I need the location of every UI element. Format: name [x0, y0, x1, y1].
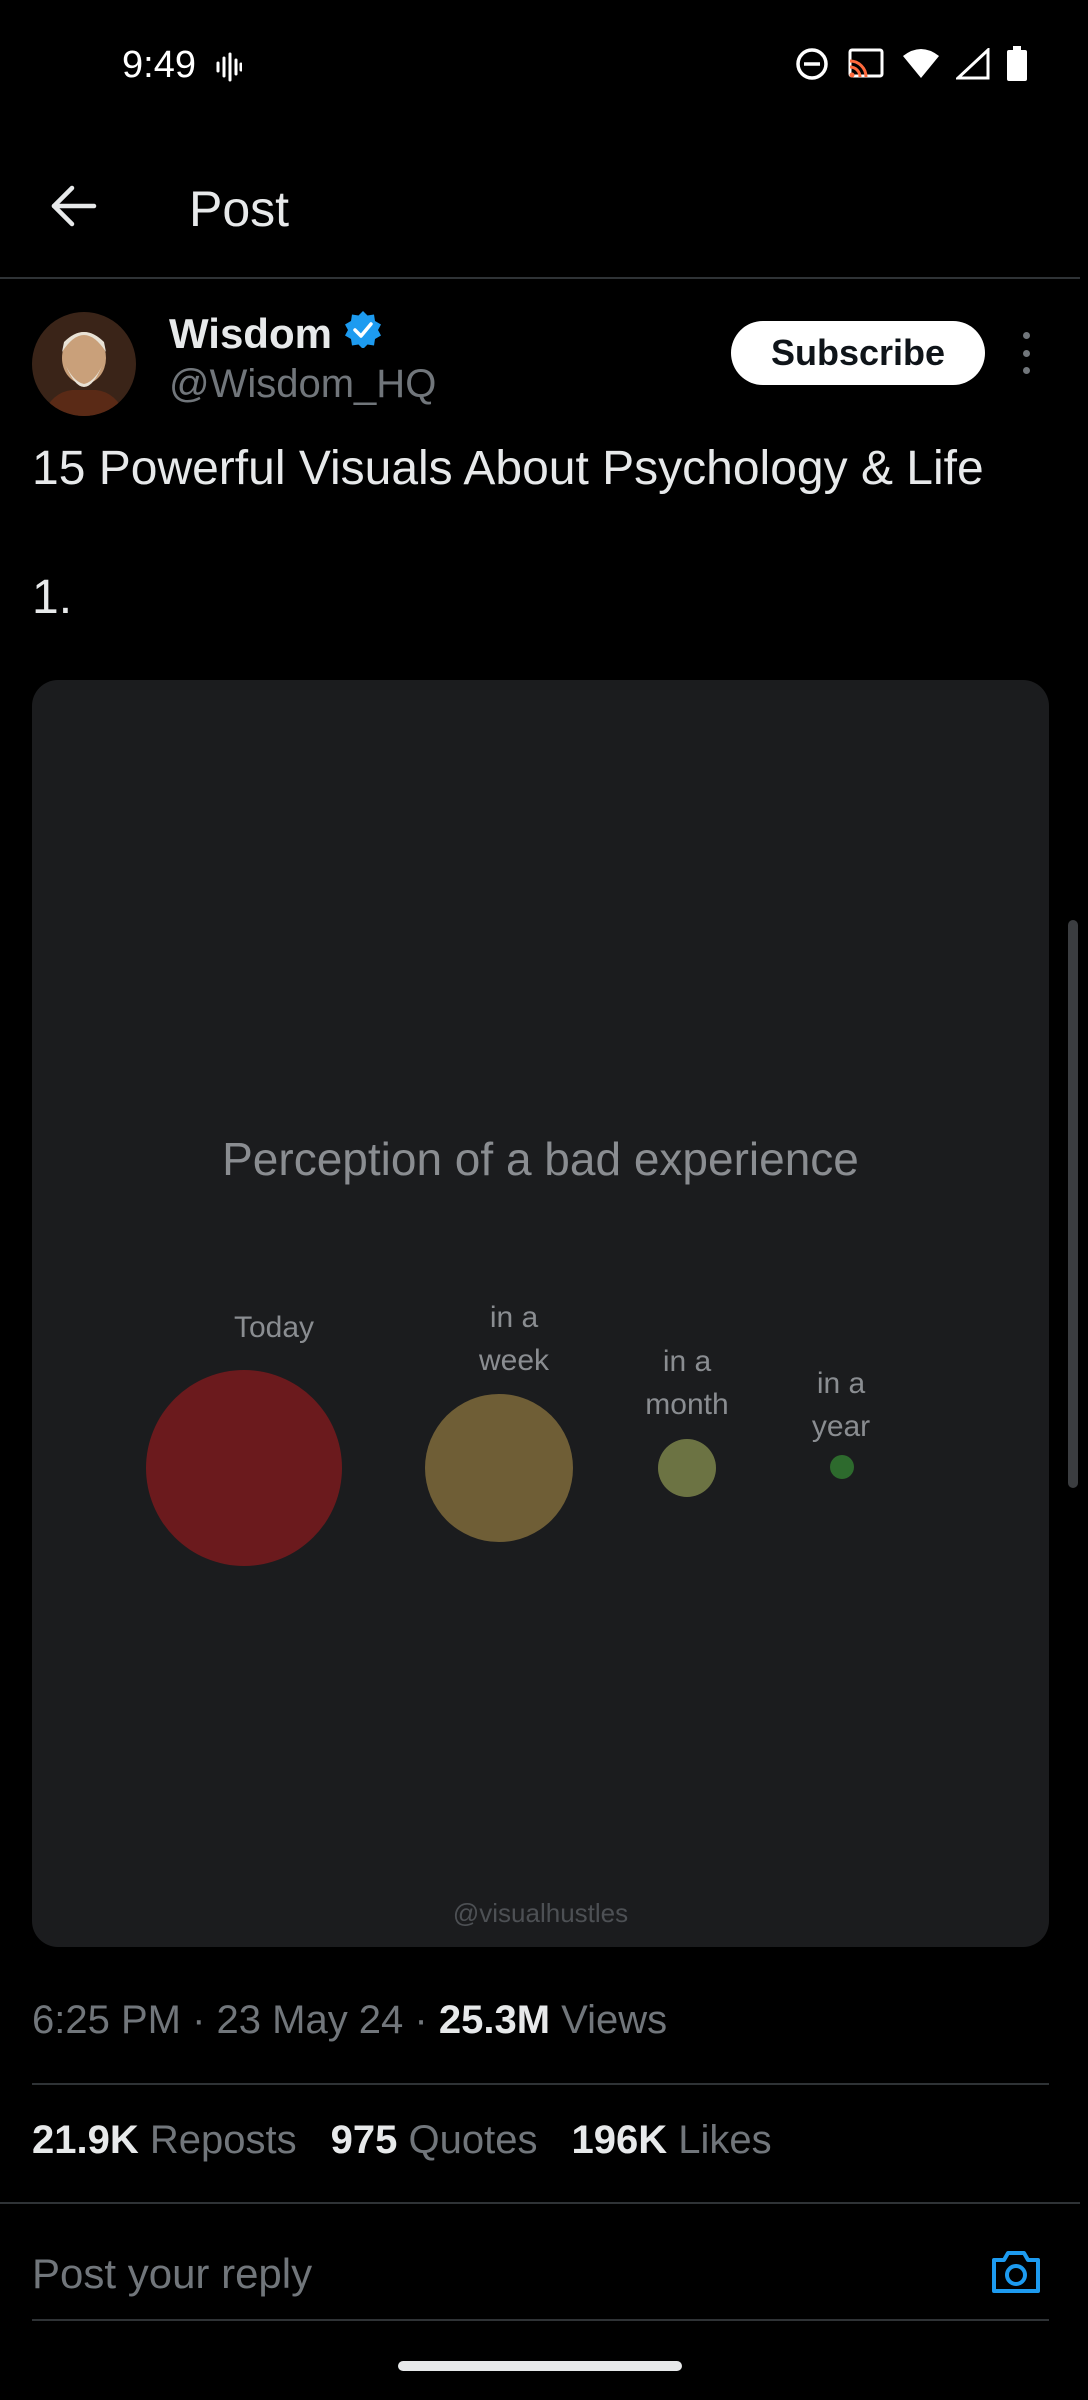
bubble-month	[658, 1439, 716, 1497]
reply-input[interactable]: Post your reply	[32, 2250, 312, 2298]
bubble-week	[425, 1394, 573, 1542]
label-year: in a year	[741, 1362, 941, 1448]
views-label: Views	[561, 1998, 668, 2042]
chart-title: Perception of a bad experience	[222, 1133, 859, 1185]
views-count: 25.3M	[438, 1998, 551, 2042]
post-item-number: 1.	[32, 571, 73, 624]
more-options-icon[interactable]	[1016, 332, 1036, 374]
quotes-stat[interactable]: 975 Quotes	[331, 2118, 538, 2163]
back-button[interactable]	[44, 176, 104, 236]
status-time: 9:49	[122, 44, 196, 86]
bubble-today	[146, 1370, 342, 1566]
subscribe-button[interactable]: Subscribe	[731, 321, 985, 385]
reposts-count: 21.9K	[32, 2118, 139, 2162]
label-week-line2: week	[478, 1344, 550, 1377]
verified-badge-icon	[344, 310, 382, 358]
avatar-image	[32, 312, 136, 416]
avatar[interactable]	[32, 312, 136, 416]
post-time: 6:25 PM	[32, 1998, 181, 2042]
stats-divider	[0, 2202, 1080, 2204]
reply-divider	[32, 2319, 1049, 2321]
battery-icon	[1006, 46, 1028, 87]
author-name-row[interactable]: Wisdom	[169, 310, 382, 358]
likes-stat[interactable]: 196K Likes	[571, 2118, 771, 2163]
cellular-signal-icon	[954, 46, 990, 85]
label-week: in a week	[414, 1296, 614, 1382]
status-icons	[794, 46, 1028, 87]
quotes-count: 975	[330, 2118, 398, 2162]
arrow-left-icon	[51, 185, 97, 227]
label-year-line1: in a	[816, 1367, 866, 1400]
scrollbar[interactable]	[1068, 920, 1078, 1488]
home-indicator[interactable]	[398, 2361, 682, 2371]
header-divider	[0, 277, 1080, 279]
author-name[interactable]: Wisdom	[169, 310, 332, 358]
likes-label: Likes	[678, 2118, 772, 2162]
post-media-image[interactable]: Perception of a bad experience Today in …	[32, 680, 1049, 1947]
watermark: @visualhustles	[452, 1898, 629, 1928]
do-not-disturb-icon	[794, 46, 830, 87]
cast-icon	[846, 47, 886, 86]
reposts-stat[interactable]: 21.9K Reposts	[32, 2118, 297, 2163]
post-text: 15 Powerful Visuals About Psychology & L…	[32, 442, 984, 495]
engagement-stats: 21.9K Reposts 975 Quotes 196K Likes	[32, 2118, 772, 2163]
label-today: Today	[233, 1311, 315, 1344]
label-week-line1: in a	[489, 1301, 539, 1334]
voice-activity-icon	[216, 52, 243, 87]
page-title: Post	[189, 181, 290, 237]
meta-divider	[32, 2083, 1049, 2085]
author-handle[interactable]: @Wisdom_HQ	[169, 362, 436, 407]
reposts-label: Reposts	[149, 2118, 297, 2162]
label-year-line2: year	[811, 1410, 871, 1443]
post-date: 23 May 24	[216, 1998, 404, 2042]
camera-icon[interactable]	[988, 2244, 1044, 2300]
likes-count: 196K	[571, 2118, 668, 2162]
wifi-icon	[902, 48, 940, 85]
quotes-label: Quotes	[408, 2118, 538, 2162]
bubble-year	[830, 1455, 854, 1479]
post-meta: 6:25 PM · 23 May 24 · 25.3M Views	[32, 1998, 668, 2042]
